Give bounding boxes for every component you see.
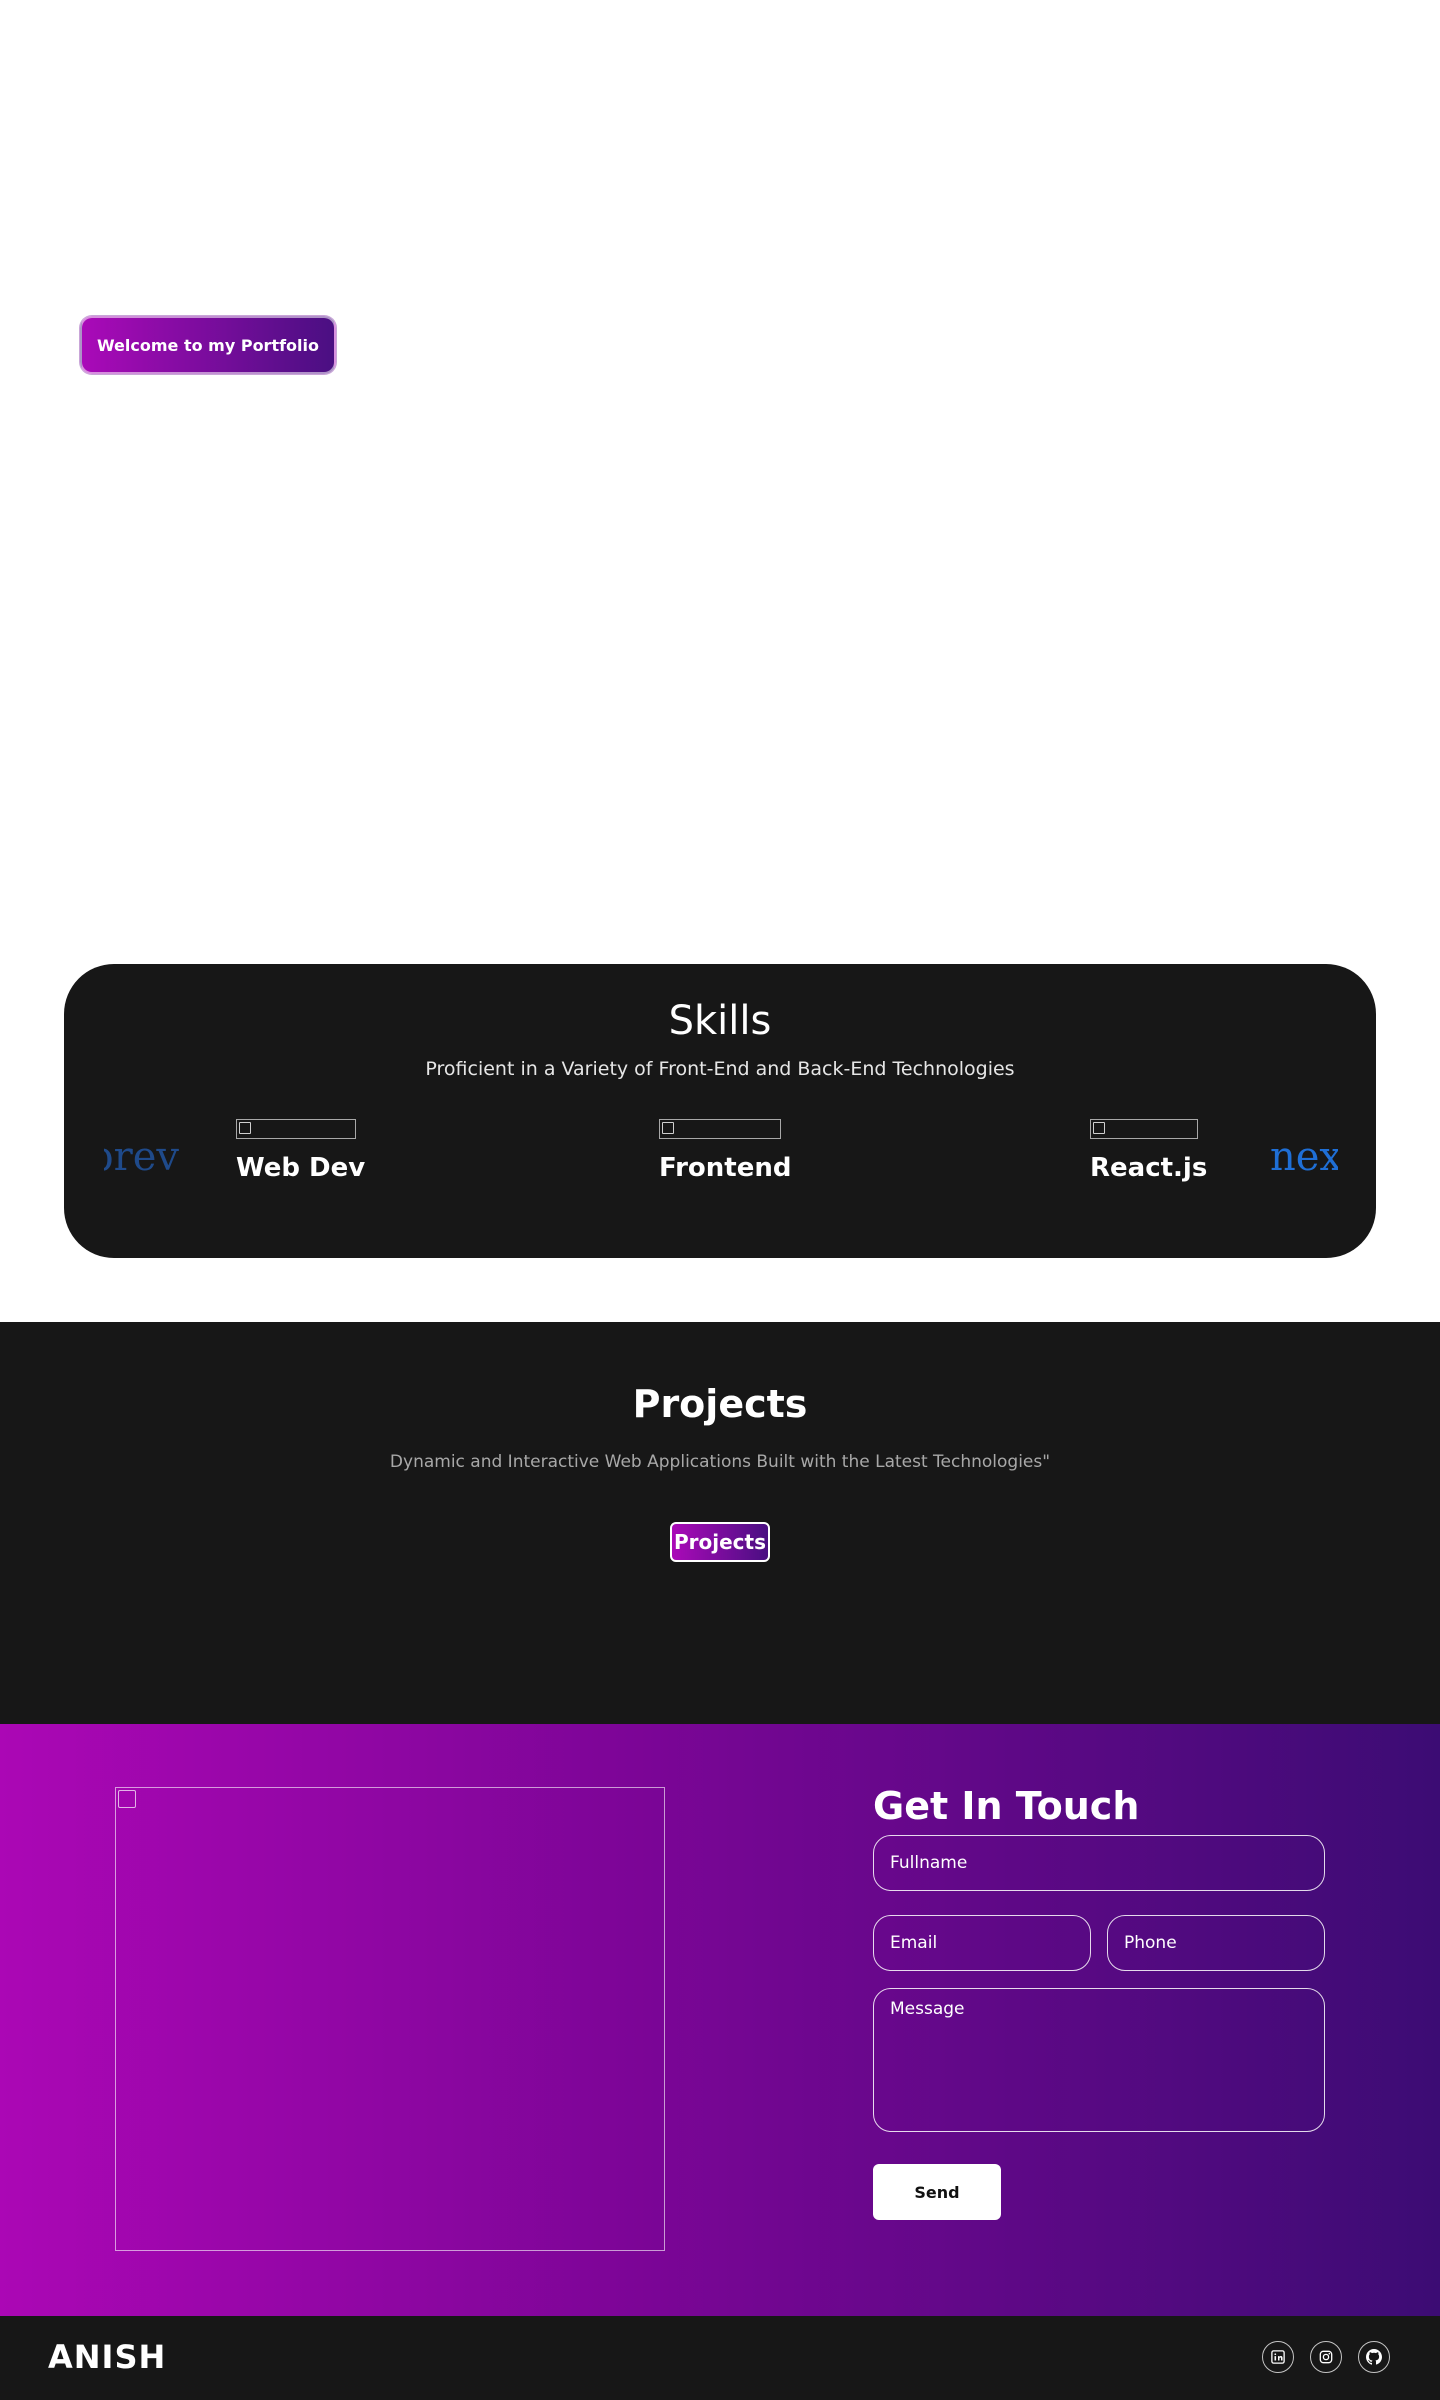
projects-subtitle: Dynamic and Interactive Web Applications… — [389, 1452, 1051, 1472]
carousel-next-button[interactable]: next — [1270, 1134, 1338, 1180]
linkedin-icon[interactable] — [1262, 2341, 1294, 2373]
skill-image-broken — [659, 1119, 781, 1139]
skill-label: React.js — [1090, 1153, 1208, 1183]
contact-image-broken — [115, 1787, 665, 2251]
welcome-badge: Welcome to my Portfolio — [80, 316, 336, 374]
skill-item-web-dev: Web Dev — [236, 1119, 365, 1183]
hero-section: Welcome to my Portfolio — [0, 0, 1440, 964]
brand-logo[interactable]: ANISH — [48, 2338, 166, 2376]
skill-item-reactjs: React.js — [1090, 1119, 1207, 1183]
contact-title: Get In Touch — [873, 1784, 1140, 1828]
carousel-next-label: next — [1270, 1134, 1338, 1180]
skill-label: Web Dev — [236, 1153, 366, 1183]
projects-section: Projects Dynamic and Interactive Web App… — [0, 1322, 1440, 1724]
fullname-input[interactable] — [873, 1835, 1325, 1891]
skills-section: Skills Proficient in a Variety of Front-… — [64, 964, 1376, 1258]
message-textarea[interactable] — [873, 1988, 1325, 2132]
skill-image-broken — [1090, 1119, 1198, 1139]
github-icon[interactable] — [1358, 2341, 1390, 2373]
skill-image-broken — [236, 1119, 356, 1139]
contact-section: Get In Touch Send — [0, 1724, 1440, 2316]
send-button[interactable]: Send — [873, 2164, 1001, 2220]
carousel-prev-button[interactable]: prev — [104, 1134, 179, 1180]
skills-title: Skills — [668, 998, 772, 1044]
skills-subtitle: Proficient in a Variety of Front-End and… — [425, 1058, 1015, 1080]
email-input[interactable] — [873, 1915, 1091, 1971]
instagram-icon[interactable] — [1310, 2341, 1342, 2373]
carousel-prev-label: prev — [104, 1134, 179, 1180]
footer: ANISH — [0, 2316, 1440, 2400]
tab-projects[interactable]: Projects — [670, 1522, 770, 1562]
skill-item-frontend: Frontend — [659, 1119, 791, 1183]
phone-input[interactable] — [1107, 1915, 1325, 1971]
skill-label: Frontend — [659, 1153, 792, 1183]
projects-title: Projects — [632, 1382, 808, 1426]
